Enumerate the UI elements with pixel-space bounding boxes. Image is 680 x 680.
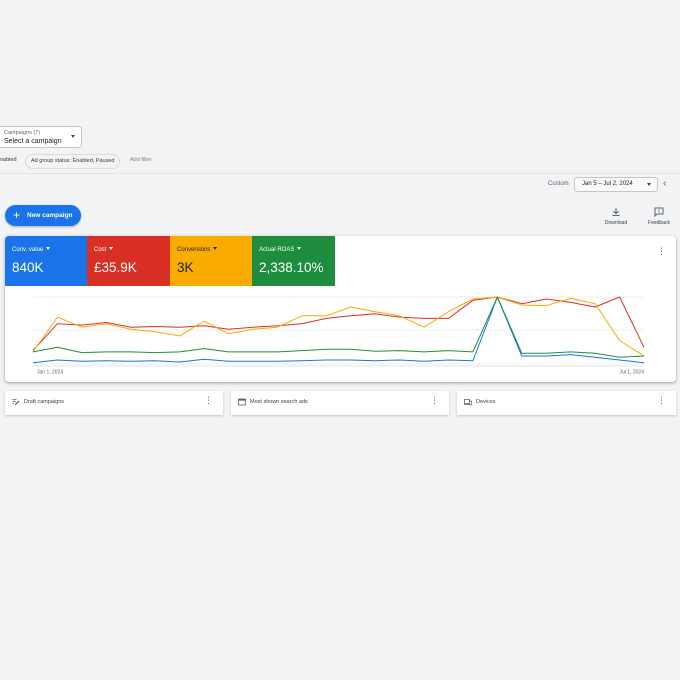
download-label: Download: [604, 220, 628, 226]
date-preset-label: Custom: [548, 181, 569, 187]
date-range-value: Jan 5 – Jul 2, 2024: [582, 181, 633, 187]
draft-campaigns-card: Draft campaigns ⋮: [5, 391, 223, 415]
more-options-icon[interactable]: ⋮: [657, 396, 666, 405]
divider: [0, 173, 680, 174]
new-campaign-label: New campaign: [27, 212, 73, 219]
dropdown-arrow-icon: [71, 135, 75, 138]
devices-icon: [464, 399, 472, 406]
x-tick-label: Jan 1, 2024: [37, 370, 63, 376]
x-tick-label: Jul 1, 2024: [620, 370, 645, 376]
download-button[interactable]: Download: [598, 207, 634, 226]
devices-card: Devices ⋮: [457, 391, 676, 415]
filter-chip-ad-group-status[interactable]: Ad group status: Enabled, Paused: [25, 154, 121, 169]
date-range-picker[interactable]: Jan 5 – Jul 2, 2024: [574, 177, 658, 192]
filter-bar: nabled Ad group status: Enabled, Paused …: [0, 152, 680, 170]
campaign-selector-label: Campaigns (7): [4, 130, 41, 136]
more-options-icon[interactable]: ⋮: [430, 396, 439, 405]
feedback-icon: [654, 207, 664, 217]
series-line-cost: [32, 296, 645, 351]
filter-chip-status[interactable]: nabled: [0, 154, 17, 167]
plus-icon: +: [13, 208, 21, 222]
feedback-label: Feedback: [648, 220, 670, 226]
card-title: Devices: [476, 399, 496, 405]
performance-card: Conv. value 840K Cost £35.9K Conversions…: [5, 236, 676, 382]
more-options-icon[interactable]: ⋮: [204, 396, 213, 405]
edit-icon: [12, 399, 20, 406]
add-filter-link[interactable]: Add filter: [130, 154, 152, 167]
ad-icon: [238, 398, 246, 406]
card-title: Draft campaigns: [24, 399, 65, 405]
most-shown-search-ads-card: Most shown search ads ⋮: [231, 391, 449, 415]
feedback-button[interactable]: Feedback: [641, 207, 677, 226]
chevron-left-icon[interactable]: ‹: [663, 178, 666, 190]
series-line-actual-roas: [32, 296, 645, 358]
campaign-selector[interactable]: Campaigns (7) Select a campaign: [0, 126, 82, 148]
download-icon: [612, 208, 620, 216]
dropdown-arrow-icon: [647, 183, 651, 186]
new-campaign-button[interactable]: + New campaign: [5, 205, 81, 226]
card-title: Most shown search ads: [250, 399, 308, 405]
performance-chart: Jan 1, 2024 Jul 1, 2024: [32, 296, 645, 376]
campaign-selector-value: Select a campaign: [4, 138, 62, 145]
